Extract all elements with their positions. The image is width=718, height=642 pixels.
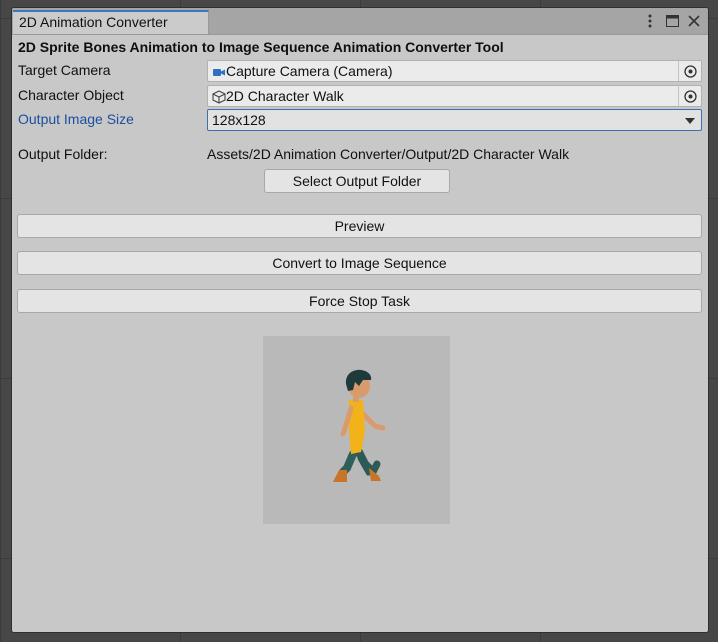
walking-character-image xyxy=(333,369,386,482)
select-output-folder-button[interactable]: Select Output Folder xyxy=(264,169,450,193)
target-camera-value: Capture Camera (Camera) xyxy=(226,63,393,79)
output-image-size-value: 128x128 xyxy=(212,112,266,128)
output-image-size-label: Output Image Size xyxy=(18,111,134,127)
target-camera-field[interactable]: Capture Camera (Camera) xyxy=(207,60,702,82)
cube-icon xyxy=(212,89,226,104)
close-icon[interactable] xyxy=(686,13,702,29)
object-picker-icon[interactable] xyxy=(678,61,701,81)
character-object-label: Character Object xyxy=(18,87,124,103)
dropdown-arrow-icon xyxy=(685,118,695,124)
preview-button[interactable]: Preview xyxy=(17,214,702,238)
output-image-size-row: Output Image Size 128x128 xyxy=(18,109,702,131)
target-camera-row: Target Camera Capture Camera (Camera) xyxy=(18,60,702,82)
tool-title: 2D Sprite Bones Animation to Image Seque… xyxy=(18,39,504,55)
output-folder-path: Assets/2D Animation Converter/Output/2D … xyxy=(207,146,570,162)
output-image-size-dropdown[interactable]: 128x128 xyxy=(207,109,702,131)
character-object-field[interactable]: 2D Character Walk xyxy=(207,85,702,107)
tab-2d-animation-converter[interactable]: 2D Animation Converter xyxy=(13,10,209,34)
convert-button[interactable]: Convert to Image Sequence xyxy=(17,251,702,275)
camera-icon xyxy=(212,64,226,78)
output-folder-label: Output Folder: xyxy=(18,146,108,162)
character-object-row: Character Object 2D Character Walk xyxy=(18,85,702,107)
tab-bar: 2D Animation Converter xyxy=(12,8,708,35)
force-stop-button[interactable]: Force Stop Task xyxy=(17,289,702,313)
character-object-value: 2D Character Walk xyxy=(226,88,344,104)
window-controls xyxy=(642,12,702,30)
target-camera-label: Target Camera xyxy=(18,62,111,78)
animation-preview xyxy=(263,336,450,524)
converter-window: 2D Animation Converter 2D Sprite Bones A… xyxy=(11,7,709,633)
kebab-menu-icon[interactable] xyxy=(642,13,658,29)
maximize-icon[interactable] xyxy=(664,13,680,29)
object-picker-icon[interactable] xyxy=(678,86,701,106)
